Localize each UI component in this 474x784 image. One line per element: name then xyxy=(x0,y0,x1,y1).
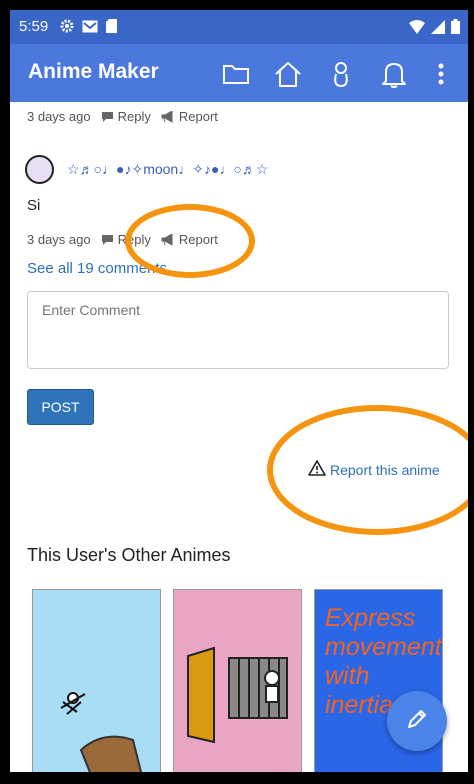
status-time: 5:59 xyxy=(19,18,49,35)
app-title: Anime Maker xyxy=(28,60,159,83)
report-anime-link[interactable]: Report this anime xyxy=(308,460,440,479)
comment-username[interactable]: ☆♬○♩●♪✧moon♩✧♪●♩○♬☆ xyxy=(67,161,268,178)
edit-fab-button[interactable] xyxy=(387,691,447,751)
report-link[interactable]: Report xyxy=(179,232,218,247)
comment-meta: 3 days ago Reply Report xyxy=(27,232,218,247)
anime-thumbnail[interactable] xyxy=(32,589,161,772)
reply-link[interactable]: Reply xyxy=(118,109,151,124)
settings-icon xyxy=(60,19,74,38)
comment-text: Si xyxy=(27,197,41,214)
comment-time: 3 days ago xyxy=(27,109,91,124)
report-link[interactable]: Report xyxy=(179,109,218,124)
megaphone-icon xyxy=(161,233,175,246)
app-bar: Anime Maker xyxy=(10,44,468,102)
reply-icon xyxy=(101,111,114,123)
more-vert-icon[interactable] xyxy=(426,59,456,89)
battery-icon xyxy=(451,19,460,39)
post-button[interactable]: POST xyxy=(27,389,94,425)
screen: 5:59 Anime Maker 3 days ago Reply Report… xyxy=(10,10,468,772)
wifi-icon xyxy=(409,19,425,39)
sd-card-icon xyxy=(106,19,117,38)
comment-time: 3 days ago xyxy=(27,232,91,247)
pencil-icon xyxy=(405,707,429,736)
reply-link[interactable]: Reply xyxy=(118,232,151,247)
award-icon[interactable] xyxy=(326,59,356,89)
status-icons-left xyxy=(60,19,117,38)
other-animes-title: This User's Other Animes xyxy=(27,545,231,565)
report-anime-label: Report this anime xyxy=(330,461,440,478)
comment-meta: 3 days ago Reply Report xyxy=(27,109,218,124)
megaphone-icon xyxy=(161,110,175,123)
home-icon[interactable] xyxy=(273,59,303,89)
signal-icon xyxy=(431,19,445,39)
see-all-comments-link[interactable]: See all 19 comments xyxy=(27,260,167,277)
gmail-icon xyxy=(82,20,98,38)
status-bar: 5:59 xyxy=(10,10,468,44)
status-icons-right xyxy=(409,19,460,39)
bell-icon[interactable] xyxy=(379,59,409,89)
warning-icon xyxy=(308,460,326,479)
comment-input[interactable] xyxy=(27,291,449,369)
avatar[interactable] xyxy=(25,155,54,184)
anime-thumbnail[interactable] xyxy=(173,589,302,772)
folder-icon[interactable] xyxy=(221,59,251,89)
reply-icon xyxy=(101,234,114,246)
